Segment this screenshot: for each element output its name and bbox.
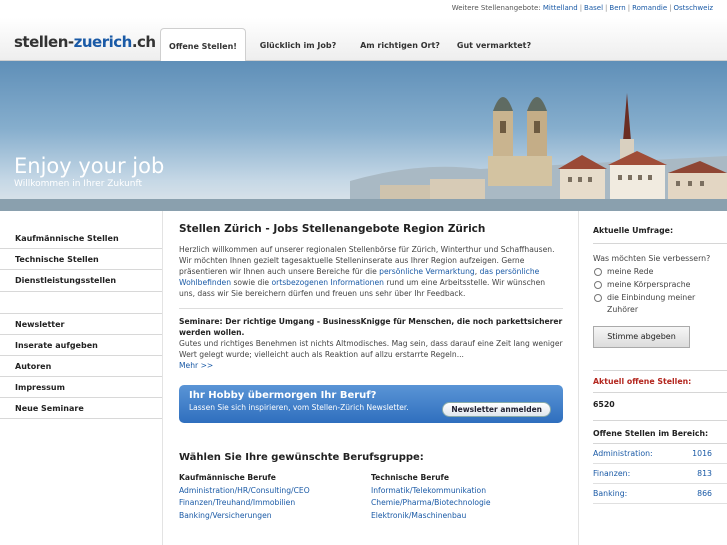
- area-name[interactable]: Administration:: [593, 449, 653, 458]
- current-jobs-heading: Aktuell offene Stellen:: [593, 371, 727, 393]
- current-jobs-section: Aktuell offene Stellen: 6520: [593, 370, 727, 416]
- site-logo[interactable]: stellen-zuerich.ch: [14, 33, 156, 51]
- area-name[interactable]: Banking:: [593, 489, 627, 498]
- main-content: Stellen Zürich - Jobs Stellenangebote Re…: [162, 211, 579, 545]
- poll-heading: Aktuelle Umfrage:: [593, 211, 727, 244]
- sidebar-spacer: [0, 292, 162, 314]
- area-row[interactable]: Administration: 1016: [593, 444, 727, 464]
- banner-title: Ihr Hobby übermorgen Ihr Beruf?: [189, 390, 377, 401]
- radio-button[interactable]: [594, 268, 602, 276]
- poll-option[interactable]: meine Rede: [593, 266, 727, 278]
- page-title: Stellen Zürich - Jobs Stellenangebote Re…: [179, 223, 486, 235]
- sidebar-item-kaufmaennische-stellen[interactable]: Kaufmännische Stellen: [0, 228, 162, 249]
- sidebar-item-impressum[interactable]: Impressum: [0, 377, 162, 398]
- sidebar-item-newsletter[interactable]: Newsletter: [0, 314, 162, 335]
- sidebar-item-neue-seminare[interactable]: Neue Seminare: [0, 398, 162, 419]
- area-row[interactable]: Finanzen: 813: [593, 464, 727, 484]
- hero-title: Enjoy your job: [14, 154, 165, 178]
- area-name[interactable]: Finanzen:: [593, 469, 630, 478]
- tab-gluecklich-im-job[interactable]: Glücklich im Job?: [246, 28, 350, 61]
- newsletter-signup-button[interactable]: Newsletter anmelden: [442, 402, 551, 417]
- profession-link[interactable]: Chemie/Pharma/Biotechnologie: [371, 498, 491, 507]
- top-link-ostschweiz[interactable]: Ostschweiz: [674, 4, 713, 12]
- top-link-basel[interactable]: Basel: [584, 4, 603, 12]
- profession-columns: Kaufmännische Berufe Administration/HR/C…: [179, 472, 563, 522]
- profession-link[interactable]: Administration/HR/Consulting/CEO: [179, 486, 310, 495]
- newsletter-banner: Ihr Hobby übermorgen Ihr Beruf? Lassen S…: [179, 385, 563, 423]
- tab-gut-vermarktet[interactable]: Gut vermarktet?: [450, 28, 538, 61]
- link-persoenliche-vermarktung[interactable]: persönliche Vermarktung: [379, 267, 475, 276]
- current-jobs-count: 6520: [593, 400, 615, 409]
- poll-option[interactable]: meine Körpersprache: [593, 279, 727, 291]
- profession-link[interactable]: Banking/Versicherungen: [179, 511, 272, 520]
- sidebar-item-inserate-aufgeben[interactable]: Inserate aufgeben: [0, 335, 162, 356]
- sidebar-item-autoren[interactable]: Autoren: [0, 356, 162, 377]
- top-links-lead: Weitere Stellenangebote:: [451, 4, 541, 12]
- column-heading: Technische Berufe: [371, 473, 450, 482]
- top-links-bar: Weitere Stellenangebote: Mittelland | Base…: [0, 0, 727, 18]
- right-sidebar: Aktuelle Umfrage: Was möchten Sie verbes…: [589, 211, 727, 545]
- profession-column-technical: Technische Berufe Informatik/Telekommuni…: [371, 472, 563, 522]
- profession-link[interactable]: Elektronik/Maschinenbau: [371, 511, 466, 520]
- poll-question: Was möchten Sie verbessern?: [593, 254, 711, 263]
- tab-offene-stellen[interactable]: Offene Stellen!: [160, 28, 246, 62]
- sidebar-group-jobs: Kaufmännische Stellen Technische Stellen…: [0, 211, 162, 292]
- profession-link[interactable]: Informatik/Telekommunikation: [371, 486, 486, 495]
- area-row[interactable]: Banking: 866: [593, 484, 727, 504]
- vote-button[interactable]: Stimme abgeben: [593, 326, 690, 348]
- sidebar: Kaufmännische Stellen Technische Stellen…: [0, 211, 162, 545]
- poll-option[interactable]: die Einbindung meiner Zuhörer: [593, 292, 727, 316]
- jobs-by-area-heading: Offene Stellen im Bereich:: [593, 421, 727, 444]
- link-ortsbezogene-informationen[interactable]: ortsbezogenen Informationen: [271, 278, 383, 287]
- radio-button[interactable]: [594, 294, 602, 302]
- hero-subtitle: Willkommen in Ihrer Zukunft: [14, 179, 143, 189]
- profession-column-commercial: Kaufmännische Berufe Administration/HR/C…: [179, 472, 371, 522]
- profession-group-heading: Wählen Sie Ihre gewünschte Berufsgruppe:: [179, 452, 424, 463]
- main-nav: Offene Stellen! Glücklich im Job? Am ric…: [160, 28, 538, 62]
- seminar-more-link[interactable]: Mehr >>: [179, 361, 213, 370]
- top-link-romandie[interactable]: Romandie: [632, 4, 667, 12]
- area-count: 1016: [692, 449, 712, 458]
- column-heading: Kaufmännische Berufe: [179, 473, 276, 482]
- seminar-text: Gutes und richtiges Benehmen ist nichts …: [179, 339, 563, 359]
- hero-banner: Enjoy your job Willkommen in Ihrer Zukun…: [0, 61, 727, 211]
- top-link-bern[interactable]: Bern: [609, 4, 625, 12]
- area-count: 813: [697, 469, 712, 478]
- profession-link[interactable]: Finanzen/Treuhand/Immobilien: [179, 498, 295, 507]
- area-count: 866: [697, 489, 712, 498]
- intro-text: Herzlich willkommen auf unserer regional…: [179, 245, 555, 298]
- sidebar-item-technische-stellen[interactable]: Technische Stellen: [0, 249, 162, 270]
- seminar-title: Seminare: Der richtige Umgang - Business…: [179, 317, 563, 337]
- top-link-mittelland[interactable]: Mittelland: [543, 4, 578, 12]
- divider: [179, 308, 563, 309]
- tab-am-richtigen-ort[interactable]: Am richtigen Ort?: [350, 28, 450, 61]
- radio-button[interactable]: [594, 281, 602, 289]
- sidebar-item-dienstleistungsstellen[interactable]: Dienstleistungsstellen: [0, 270, 162, 291]
- site-header: stellen-zuerich.ch Offene Stellen! Glück…: [0, 18, 727, 62]
- jobs-by-area-section: Offene Stellen im Bereich: Administratio…: [593, 420, 727, 504]
